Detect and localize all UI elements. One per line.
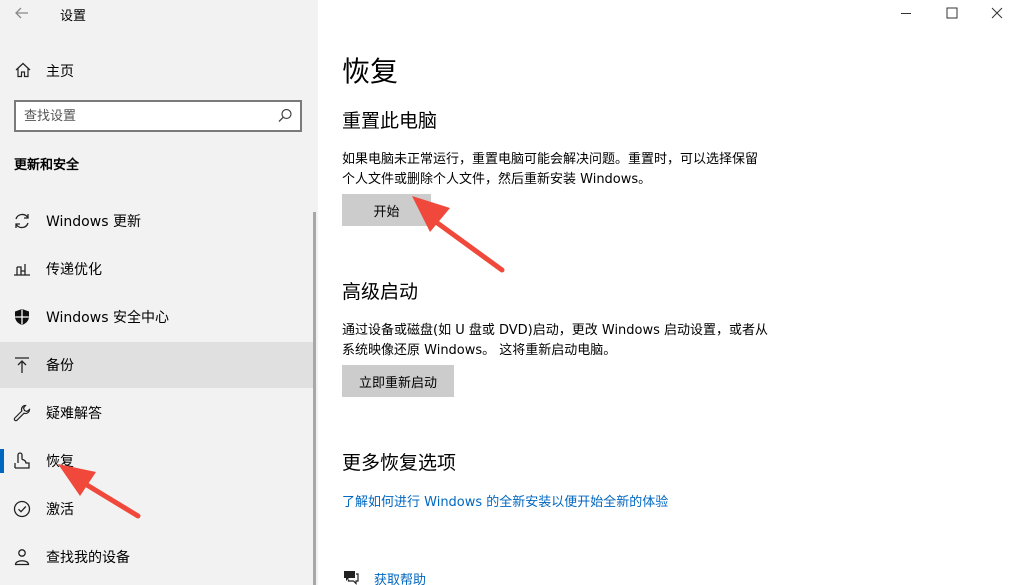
delivery-optimization-icon [12, 259, 32, 279]
main-content: 恢复 重置此电脑 如果电脑未正常运行，重置电脑可能会解决问题。重置时，可以选择保… [318, 0, 1017, 585]
reset-description: 如果电脑未正常运行，重置电脑可能会解决问题。重置时，可以选择保留 个人文件或删除… [342, 150, 802, 190]
app-title: 设置 [60, 9, 87, 24]
advanced-description-line: 系统映像还原 Windows。 这将重新启动电脑。 [342, 343, 617, 358]
sidebar-item-label: 疑难解答 [46, 406, 102, 422]
wrench-icon [12, 403, 32, 423]
sidebar-item-label: Windows 更新 [46, 214, 141, 230]
refresh-icon [12, 211, 32, 231]
recovery-icon [12, 451, 32, 471]
person-locate-icon [12, 547, 32, 567]
sidebar-item-find-my-device[interactable]: 查找我的设备 [0, 534, 316, 580]
more-recovery-heading: 更多恢复选项 [342, 452, 457, 474]
sidebar-item-label: 备份 [46, 358, 74, 374]
reset-description-line: 如果电脑未正常运行，重置电脑可能会解决问题。重置时，可以选择保留 [342, 152, 759, 167]
check-circle-icon [12, 499, 32, 519]
sidebar-item-recovery[interactable]: 恢复 [0, 438, 316, 484]
sidebar-scrollbar[interactable] [313, 212, 316, 585]
sidebar-item-activation[interactable]: 激活 [0, 486, 316, 532]
settings-window: 设置 主页 更新和安全 Windows 更新 传递优化 [0, 0, 1017, 585]
sidebar-item-label: 激活 [46, 502, 74, 518]
advanced-description-line: 通过设备或磁盘(如 U 盘或 DVD)启动，更改 Windows 启动设置，或者… [342, 323, 769, 338]
backup-arrow-icon [12, 355, 32, 375]
reset-description-line: 个人文件或删除个人文件，然后重新安装 Windows。 [342, 172, 652, 187]
shield-icon [12, 307, 32, 327]
sidebar: 设置 主页 更新和安全 Windows 更新 传递优化 [0, 0, 318, 585]
advanced-startup-description: 通过设备或磁盘(如 U 盘或 DVD)启动，更改 Windows 启动设置，或者… [342, 321, 802, 361]
get-help-link[interactable]: 获取帮助 [342, 568, 542, 585]
search-box[interactable] [14, 100, 302, 132]
sidebar-item-label: 传递优化 [46, 262, 102, 278]
sidebar-item-windows-update[interactable]: Windows 更新 [0, 198, 316, 244]
sidebar-item-label: Windows 安全中心 [46, 310, 169, 326]
start-reset-button[interactable]: 开始 [342, 194, 431, 226]
sidebar-item-windows-security[interactable]: Windows 安全中心 [0, 294, 316, 340]
help-chat-icon [342, 568, 360, 585]
sidebar-item-troubleshoot[interactable]: 疑难解答 [0, 390, 316, 436]
sidebar-item-home[interactable]: 主页 [0, 54, 318, 86]
sidebar-item-backup[interactable]: 备份 [0, 342, 316, 388]
get-help-label: 获取帮助 [374, 573, 427, 585]
reset-heading: 重置此电脑 [342, 110, 438, 132]
sidebar-item-label: 查找我的设备 [46, 550, 130, 566]
advanced-startup-heading: 高级启动 [342, 281, 419, 303]
search-input[interactable] [24, 106, 264, 126]
title-bar: 设置 [0, 0, 318, 28]
page-title: 恢复 [342, 55, 399, 88]
home-icon [14, 61, 32, 79]
clean-install-link[interactable]: 了解如何进行 Windows 的全新安装以便开始全新的体验 [342, 491, 668, 510]
restart-now-button[interactable]: 立即重新启动 [342, 365, 454, 397]
sidebar-item-label: 主页 [46, 64, 74, 80]
selection-indicator [0, 449, 4, 473]
search-icon[interactable] [276, 107, 294, 125]
section-heading: 更新和安全 [14, 158, 80, 173]
sidebar-item-label: 恢复 [46, 454, 74, 470]
sidebar-item-delivery-optimization[interactable]: 传递优化 [0, 246, 316, 292]
back-arrow-icon[interactable] [10, 2, 34, 24]
